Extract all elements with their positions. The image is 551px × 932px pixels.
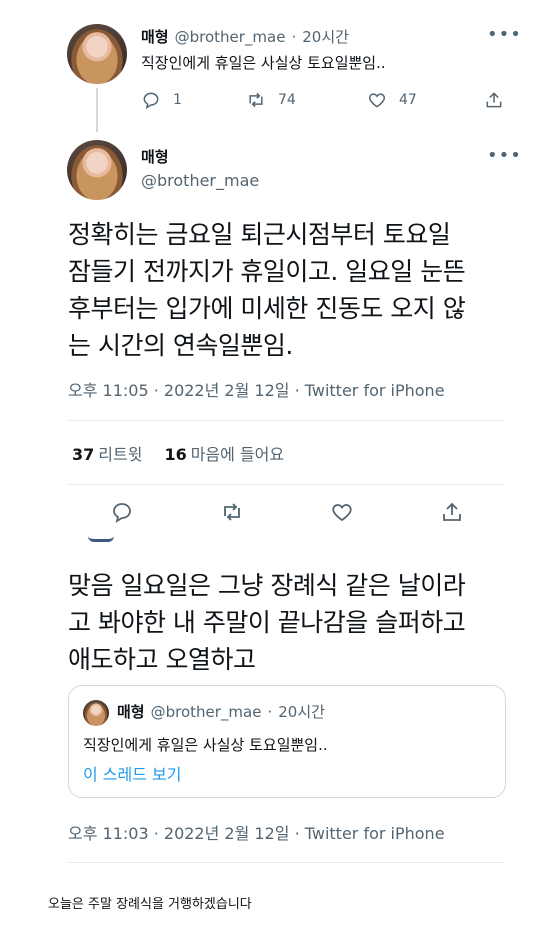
like-button[interactable]: [330, 500, 354, 528]
separator-dot: ·: [267, 703, 273, 721]
reply-icon: [113, 503, 131, 523]
reply-button[interactable]: [110, 500, 134, 528]
divider: [68, 420, 505, 421]
retweet-count: 74: [278, 92, 296, 108]
tweet-line: 고 봐야한 내 주말이 끝나감을 슬퍼하고: [68, 608, 466, 637]
quote-tweet-body: 맞음 일요일은 그냥 장례식 같은 날이라 고 봐야한 내 주말이 끝나감을 슬…: [68, 567, 466, 678]
divider: [68, 862, 505, 863]
author-name[interactable]: 매형: [141, 146, 169, 167]
caption: 오늘은 주말 장례식을 거행하겠습니다: [48, 897, 252, 912]
share-icon: [443, 502, 461, 521]
avatar[interactable]: [67, 140, 127, 200]
author-name[interactable]: 매형: [141, 26, 169, 47]
tweet-meta[interactable]: 오후 11:05 · 2022년 2월 12일 · Twitter for iP…: [68, 377, 445, 401]
author-handle[interactable]: @brother_mae: [175, 28, 286, 46]
separator-dot: ·: [291, 28, 297, 46]
share-button[interactable]: [440, 500, 464, 528]
avatar[interactable]: [67, 24, 127, 84]
tweet-line: 애도하고 오열하고: [68, 645, 256, 674]
tweet-line: 는 시간의 연속일뿐임.: [68, 331, 293, 360]
retweet-button[interactable]: [220, 500, 244, 528]
like-count: 47: [399, 92, 417, 108]
reply-button[interactable]: 1: [141, 90, 182, 110]
divider: [68, 484, 505, 485]
retweets-count: 37: [72, 445, 95, 464]
tweet-line: 맞음 일요일은 그냥 장례식 같은 날이라: [68, 571, 466, 600]
more-options-icon[interactable]: •••: [487, 145, 522, 166]
retweet-icon: [224, 503, 240, 521]
tweet-time: 20시간: [278, 703, 325, 721]
likes-label: 마음에 들어요: [190, 445, 285, 464]
retweet-button[interactable]: 74: [246, 90, 296, 110]
avatar-edge: [88, 536, 114, 542]
heart-icon: [368, 93, 386, 108]
more-options-icon[interactable]: •••: [487, 24, 522, 45]
tweet-meta[interactable]: 오후 11:03 · 2022년 2월 12일 · Twitter for iP…: [68, 820, 445, 844]
heart-icon: [332, 504, 352, 522]
tweet-body: 정확히는 금요일 퇴근시점부터 토요일 잠들기 전까지가 휴일이고. 일요일 눈…: [68, 216, 466, 364]
share-icon: [486, 92, 502, 108]
likes-count: 16: [164, 445, 187, 464]
reply-count: 1: [173, 92, 182, 108]
tweet-time[interactable]: 20시간: [302, 26, 349, 47]
show-thread-link[interactable]: 이 스레드 보기: [83, 761, 182, 785]
retweets-stat[interactable]: 37 리트윗: [72, 441, 142, 465]
retweets-label: 리트윗: [98, 445, 143, 464]
avatar: [83, 700, 109, 726]
tweet-line: 정확히는 금요일 퇴근시점부터 토요일: [68, 220, 451, 249]
tweet-stats: 37 리트윗 16 마음에 들어요: [72, 441, 284, 465]
share-button[interactable]: [484, 90, 504, 110]
quoted-text: 직장인에게 휴일은 사실상 토요일뿐임..: [83, 736, 328, 754]
tweet-line: 후부터는 입가에 미세한 진동도 오지 않: [68, 294, 466, 323]
retweet-icon: [249, 92, 263, 108]
thread-line: [96, 88, 98, 132]
quoted-tweet-card[interactable]: 매형 @brother_mae · 20시간 직장인에게 휴일은 사실상 토요일…: [68, 685, 506, 798]
author-name: 매형: [117, 703, 145, 721]
like-button[interactable]: 47: [367, 90, 417, 110]
author-handle: @brother_mae: [150, 703, 262, 721]
likes-stat[interactable]: 16 마음에 들어요: [164, 441, 284, 465]
quoted-header: 매형 @brother_mae · 20시간: [117, 701, 325, 722]
reply-icon: [143, 92, 159, 110]
author-handle[interactable]: @brother_mae: [141, 171, 259, 190]
reply-header: 매형 @brother_mae · 20시간: [141, 26, 349, 47]
tweet-line: 잠들기 전까지가 휴일이고. 일요일 눈뜬: [68, 257, 466, 286]
tweet-text: 직장인에게 휴일은 사실상 토요일뿐임..: [141, 54, 386, 72]
